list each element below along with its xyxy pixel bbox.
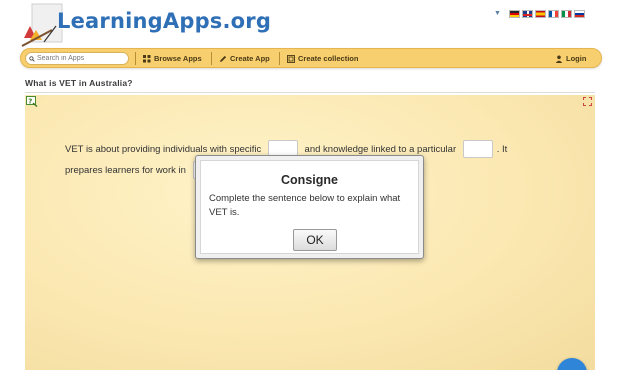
dialog-text: Complete the sentence below to explain w…: [209, 193, 401, 218]
collection-icon: [287, 54, 295, 63]
chevron-down-icon[interactable]: ▼: [494, 9, 501, 19]
site-header: LearningApps.org ▼: [0, 0, 620, 48]
sentence-text-2: and knowledge linked to a particular: [304, 144, 457, 155]
main-navbar: Browse Apps Create App Create collection…: [20, 48, 602, 68]
user-icon: [555, 55, 563, 63]
help-icon[interactable]: ?: [26, 96, 38, 107]
flag-ru-icon[interactable]: [573, 10, 585, 18]
gap-input-2[interactable]: [462, 140, 493, 159]
dialog-title: Consigne: [281, 173, 338, 187]
flag-gb-icon[interactable]: [521, 10, 533, 18]
ok-button[interactable]: OK: [293, 229, 337, 251]
title-divider: [25, 92, 595, 93]
search-input[interactable]: [37, 53, 128, 64]
flag-it-icon[interactable]: [560, 10, 572, 18]
login-link[interactable]: Login: [555, 53, 586, 64]
browse-apps-link[interactable]: Browse Apps: [143, 53, 202, 64]
flag-de-icon[interactable]: [508, 10, 520, 18]
logo-text[interactable]: LearningApps.org: [57, 9, 271, 33]
create-app-label: Create App: [230, 54, 270, 63]
pencil-icon: [220, 55, 227, 62]
grid-icon: [143, 54, 151, 62]
dialog-body: Consigne Complete the sentence below to …: [200, 160, 419, 254]
flag-fr-icon[interactable]: [547, 10, 559, 18]
instruction-dialog: Consigne Complete the sentence below to …: [195, 155, 424, 259]
nav-divider: [279, 52, 280, 65]
search-box[interactable]: [25, 52, 129, 65]
create-collection-label: Create collection: [298, 54, 359, 63]
sentence-text-1: VET is about providing individuals with …: [65, 144, 262, 155]
fullscreen-icon[interactable]: [583, 97, 592, 106]
nav-divider: [211, 52, 212, 65]
login-label: Login: [566, 54, 587, 63]
search-icon: [29, 55, 35, 62]
create-app-link[interactable]: Create App: [219, 53, 270, 64]
flag-es-icon[interactable]: [534, 10, 546, 18]
nav-divider: [135, 52, 136, 65]
language-selector[interactable]: ▼: [494, 8, 585, 20]
browse-apps-label: Browse Apps: [154, 54, 202, 63]
svg-text:?: ?: [28, 97, 32, 105]
page-title: What is VET in Australia?: [25, 78, 133, 88]
create-collection-link[interactable]: Create collection: [287, 53, 358, 64]
